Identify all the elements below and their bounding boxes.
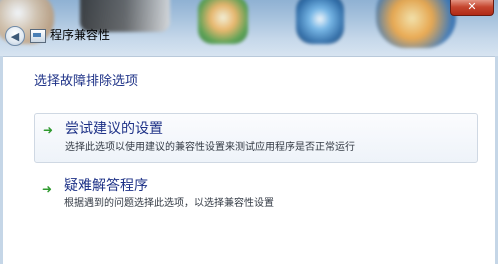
program-compatibility-icon <box>30 29 46 43</box>
green-arrow-icon: ➜ <box>42 182 53 196</box>
window-title: 程序兼容性 <box>50 28 111 42</box>
desktop-background-image <box>376 0 456 48</box>
option-title: 疑难解答程序 <box>64 178 148 194</box>
desktop-background-image <box>296 0 344 44</box>
close-icon: ✕ <box>467 0 477 13</box>
option-try-recommended-settings[interactable]: ➜ 尝试建议的设置 选择此选项以使用建议的兼容性设置来测试应用程序是否正常运行 <box>34 113 478 163</box>
green-arrow-icon: ➜ <box>43 123 54 137</box>
desktop-background-image <box>198 0 248 44</box>
window-border-left <box>0 56 3 264</box>
title-bar: ✕ ◀ 程序兼容性 <box>0 0 498 56</box>
option-title: 尝试建议的设置 <box>65 121 163 137</box>
back-arrow-icon: ◀ <box>10 29 20 43</box>
option-troubleshoot-program[interactable]: ➜ 疑难解答程序 根据遇到的问题选择此选项，以选择兼容性设置 <box>34 173 478 221</box>
close-button[interactable]: ✕ <box>450 0 494 16</box>
back-button[interactable]: ◀ <box>5 26 25 46</box>
page-heading: 选择故障排除选项 <box>34 74 139 89</box>
option-description: 选择此选项以使用建议的兼容性设置来测试应用程序是否正常运行 <box>65 142 355 153</box>
option-description: 根据遇到的问题选择此选项，以选择兼容性设置 <box>64 198 274 209</box>
